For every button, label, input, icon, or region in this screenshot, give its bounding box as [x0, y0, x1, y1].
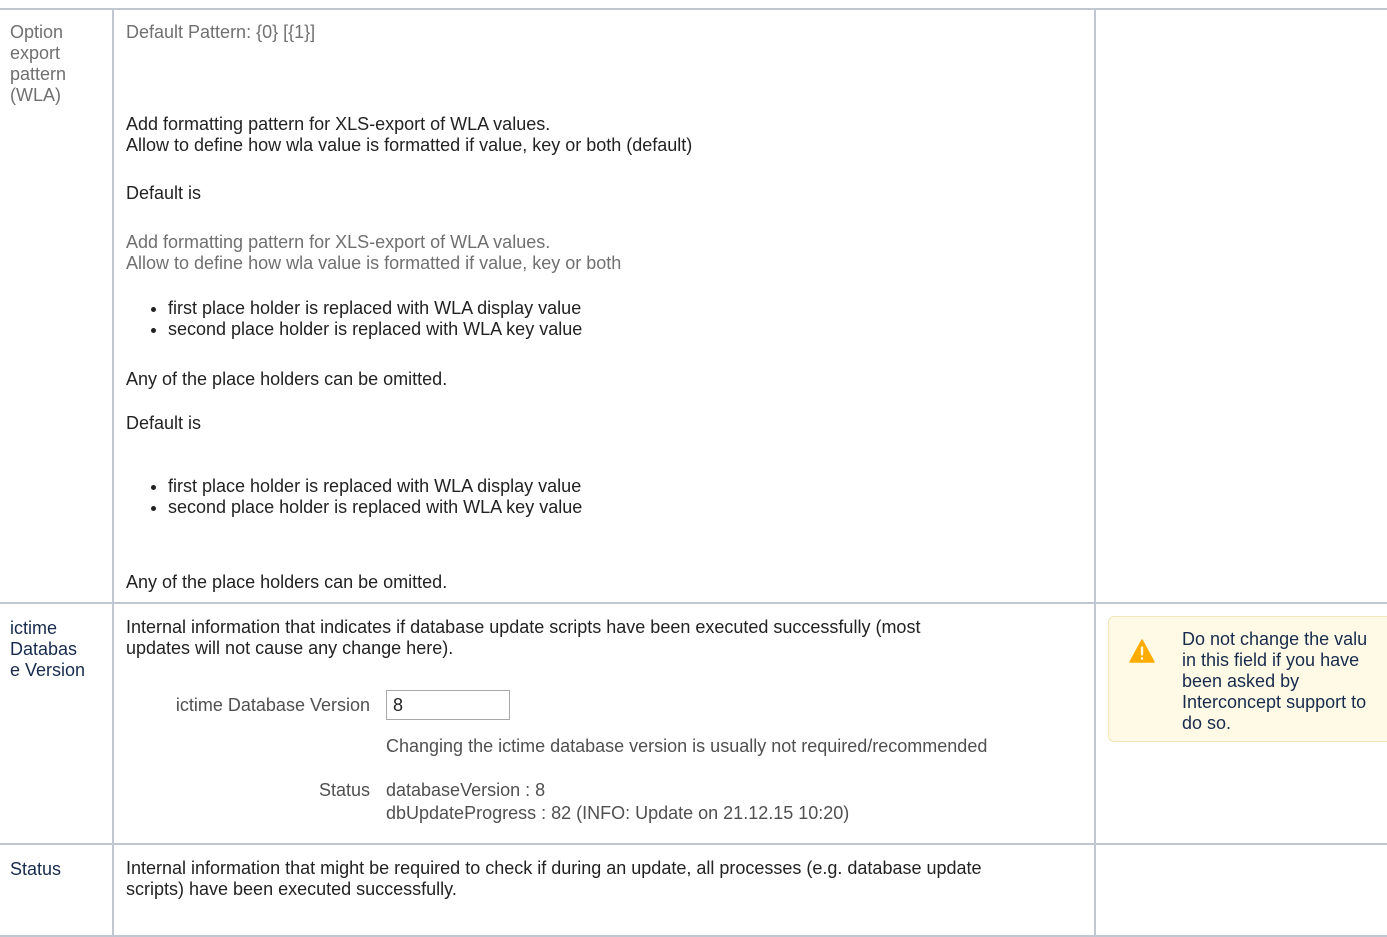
table-row: ictime Databas e Version Internal inform… — [0, 604, 1387, 845]
note-line: do so. — [1182, 713, 1232, 733]
row-label: ictime Databas e Version — [0, 604, 112, 843]
status-line: dbUpdateProgress : 82 (INFO: Update on 2… — [386, 803, 850, 823]
default-is-text: Default is — [126, 183, 202, 203]
table-row: Status Internal information that might b… — [0, 845, 1387, 937]
description-line: updates will not cause any change here). — [126, 638, 454, 658]
label-line: Databas — [10, 639, 78, 659]
warning-icon — [1129, 639, 1155, 663]
bullet-list: first place holder is replaced with WLA … — [124, 298, 582, 340]
description-line: Internal information that indicates if d… — [126, 617, 921, 637]
label-line: Option — [10, 22, 64, 42]
note-line: Do not change the valu — [1182, 629, 1368, 649]
table-row: Option export pattern (WLA) Default Patt… — [0, 10, 1387, 604]
omit-text: Any of the place holders can be omitted. — [126, 572, 448, 592]
field-label: ictime Database Version — [175, 695, 370, 715]
description-line: Internal information that might be requi… — [126, 858, 982, 878]
label-line: e Version — [10, 660, 86, 680]
label-line: export — [10, 43, 61, 63]
status-line: databaseVersion : 8 — [386, 780, 546, 800]
description-line: Add formatting pattern for XLS-export of… — [126, 114, 551, 134]
default-pattern-text: Default Pattern: {0} [{1}] — [126, 22, 316, 42]
row-notes — [1096, 845, 1387, 935]
label-line: Status — [10, 859, 62, 879]
label-line: pattern — [10, 64, 67, 84]
row-label: Option export pattern (WLA) — [0, 10, 112, 602]
options-table: Option export pattern (WLA) Default Patt… — [0, 8, 1387, 937]
note-line: in this field if you have — [1182, 650, 1360, 670]
list-item: first place holder is replaced with WLA … — [168, 476, 582, 497]
field-hint: Changing the ictime database version is … — [386, 736, 988, 756]
bullet-list: first place holder is replaced with WLA … — [124, 476, 582, 518]
label-line: ictime — [10, 618, 58, 638]
omit-text: Any of the place holders can be omitted. — [126, 369, 448, 389]
warning-note-text: Do not change the valu in this field if … — [1182, 629, 1382, 734]
status-label: Status — [318, 780, 370, 800]
default-is-text: Default is — [126, 413, 202, 433]
description-line: scripts) have been executed successfully… — [126, 879, 457, 899]
note-line: been asked by — [1182, 671, 1300, 691]
description-line: Allow to define how wla value is formatt… — [126, 135, 693, 155]
row-notes — [1096, 10, 1387, 602]
row-label: Status — [0, 845, 112, 935]
list-item: first place holder is replaced with WLA … — [168, 298, 582, 319]
list-item: second place holder is replaced with WLA… — [168, 319, 582, 340]
gray-description-line: Allow to define how wla value is formatt… — [126, 253, 622, 273]
note-line: Interconcept support to — [1182, 692, 1367, 712]
warning-note: Do not change the valu in this field if … — [1108, 616, 1387, 742]
database-version-input[interactable] — [386, 690, 510, 720]
gray-description-line: Add formatting pattern for XLS-export of… — [126, 232, 551, 252]
label-line: (WLA) — [10, 85, 61, 105]
list-item: second place holder is replaced with WLA… — [168, 497, 582, 518]
